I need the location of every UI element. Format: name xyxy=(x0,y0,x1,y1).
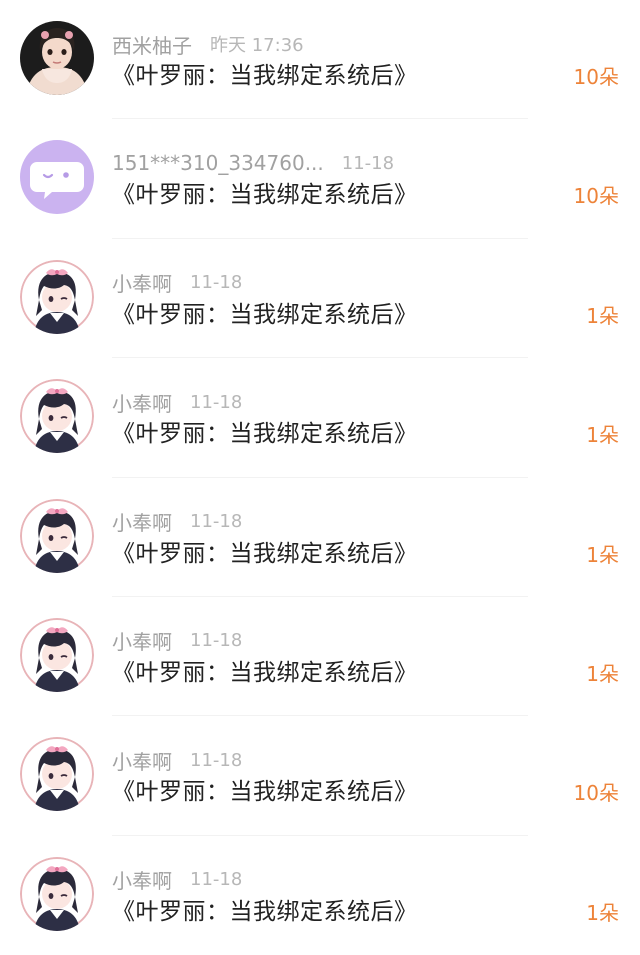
avatar[interactable] xyxy=(20,498,94,573)
book-title[interactable]: 《叶罗丽：当我绑定系统后》 xyxy=(112,653,418,687)
item-meta: 小奉啊 11-18 xyxy=(112,507,242,537)
item-meta: 西米柚子 昨天 17:36 xyxy=(112,29,304,59)
list-item[interactable]: 小奉啊 11-18 《叶罗丽：当我绑定系统后》 1朵 xyxy=(0,239,640,359)
gift-record-list: 西米柚子 昨天 17:36 《叶罗丽：当我绑定系统后》 10朵 151***31… xyxy=(0,0,640,955)
anime-girl-avatar-icon xyxy=(20,259,94,334)
list-item[interactable]: 西米柚子 昨天 17:36 《叶罗丽：当我绑定系统后》 10朵 xyxy=(0,0,640,120)
flower-count: 1朵 xyxy=(586,303,619,328)
anime-girl-avatar-icon xyxy=(20,379,94,454)
anime-girl-avatar-icon xyxy=(20,617,94,692)
list-item[interactable]: 小奉啊 11-18 《叶罗丽：当我绑定系统后》 1朵 xyxy=(0,478,640,597)
avatar[interactable] xyxy=(20,856,94,931)
avatar[interactable] xyxy=(20,617,94,692)
user-name[interactable]: 小奉啊 xyxy=(112,388,172,417)
anime-girl-avatar-icon xyxy=(20,498,94,573)
book-title[interactable]: 《叶罗丽：当我绑定系统后》 xyxy=(112,175,418,209)
anime-girl-avatar-icon xyxy=(20,737,94,812)
timestamp: 昨天 17:36 xyxy=(210,35,304,56)
item-meta: 小奉啊 11-18 xyxy=(112,865,242,895)
user-name[interactable]: 151***310_334760... xyxy=(112,151,324,175)
item-meta: 151***310_334760... 11-18 xyxy=(112,148,394,178)
anime-girl-avatar-icon xyxy=(20,856,94,931)
timestamp: 11-18 xyxy=(190,869,243,891)
timestamp: 11-18 xyxy=(190,272,243,294)
book-title[interactable]: 《叶罗丽：当我绑定系统后》 xyxy=(112,534,418,568)
avatar[interactable] xyxy=(20,737,94,812)
list-item[interactable]: 小奉啊 11-18 《叶罗丽：当我绑定系统后》 1朵 xyxy=(0,597,640,717)
flower-count: 1朵 xyxy=(586,900,619,925)
list-item[interactable]: 小奉啊 11-18 《叶罗丽：当我绑定系统后》 1朵 xyxy=(0,358,640,478)
avatar[interactable] xyxy=(20,21,94,95)
flower-count: 10朵 xyxy=(573,184,619,209)
user-name[interactable]: 小奉啊 xyxy=(112,507,172,536)
book-title[interactable]: 《叶罗丽：当我绑定系统后》 xyxy=(112,414,418,448)
avatar[interactable] xyxy=(20,379,94,454)
item-meta: 小奉啊 11-18 xyxy=(112,387,242,417)
user-name[interactable]: 小奉啊 xyxy=(112,746,172,775)
avatar[interactable] xyxy=(20,259,94,334)
flower-count: 10朵 xyxy=(573,781,619,806)
timestamp: 11-18 xyxy=(190,391,243,413)
list-item[interactable]: 小奉啊 11-18 《叶罗丽：当我绑定系统后》 10朵 xyxy=(0,716,640,836)
user-name[interactable]: 小奉啊 xyxy=(112,268,172,297)
item-meta: 小奉啊 11-18 xyxy=(112,268,242,298)
item-meta: 小奉啊 11-18 xyxy=(112,745,242,775)
item-meta: 小奉啊 11-18 xyxy=(112,626,242,656)
avatar[interactable] xyxy=(20,140,94,215)
flower-count: 10朵 xyxy=(573,65,619,89)
flower-count: 1朵 xyxy=(586,423,619,448)
book-title[interactable]: 《叶罗丽：当我绑定系统后》 xyxy=(112,772,418,806)
book-title[interactable]: 《叶罗丽：当我绑定系统后》 xyxy=(112,56,418,90)
girl-photo-avatar-icon xyxy=(20,21,94,95)
user-name[interactable]: 小奉啊 xyxy=(112,626,172,655)
list-item[interactable]: 小奉啊 11-18 《叶罗丽：当我绑定系统后》 1朵 xyxy=(0,836,640,955)
book-title[interactable]: 《叶罗丽：当我绑定系统后》 xyxy=(112,295,418,329)
flower-count: 1朵 xyxy=(586,542,619,567)
timestamp: 11-18 xyxy=(190,630,243,652)
timestamp: 11-18 xyxy=(341,152,395,174)
user-name[interactable]: 小奉啊 xyxy=(112,865,172,894)
user-name[interactable]: 西米柚子 xyxy=(112,30,192,59)
chat-bubble-avatar-icon xyxy=(20,140,94,215)
flower-count: 1朵 xyxy=(586,661,619,686)
list-item[interactable]: 151***310_334760... 11-18 《叶罗丽：当我绑定系统后》 … xyxy=(0,119,640,239)
book-title[interactable]: 《叶罗丽：当我绑定系统后》 xyxy=(112,892,418,926)
timestamp: 11-18 xyxy=(190,511,243,533)
timestamp: 11-18 xyxy=(190,749,243,771)
